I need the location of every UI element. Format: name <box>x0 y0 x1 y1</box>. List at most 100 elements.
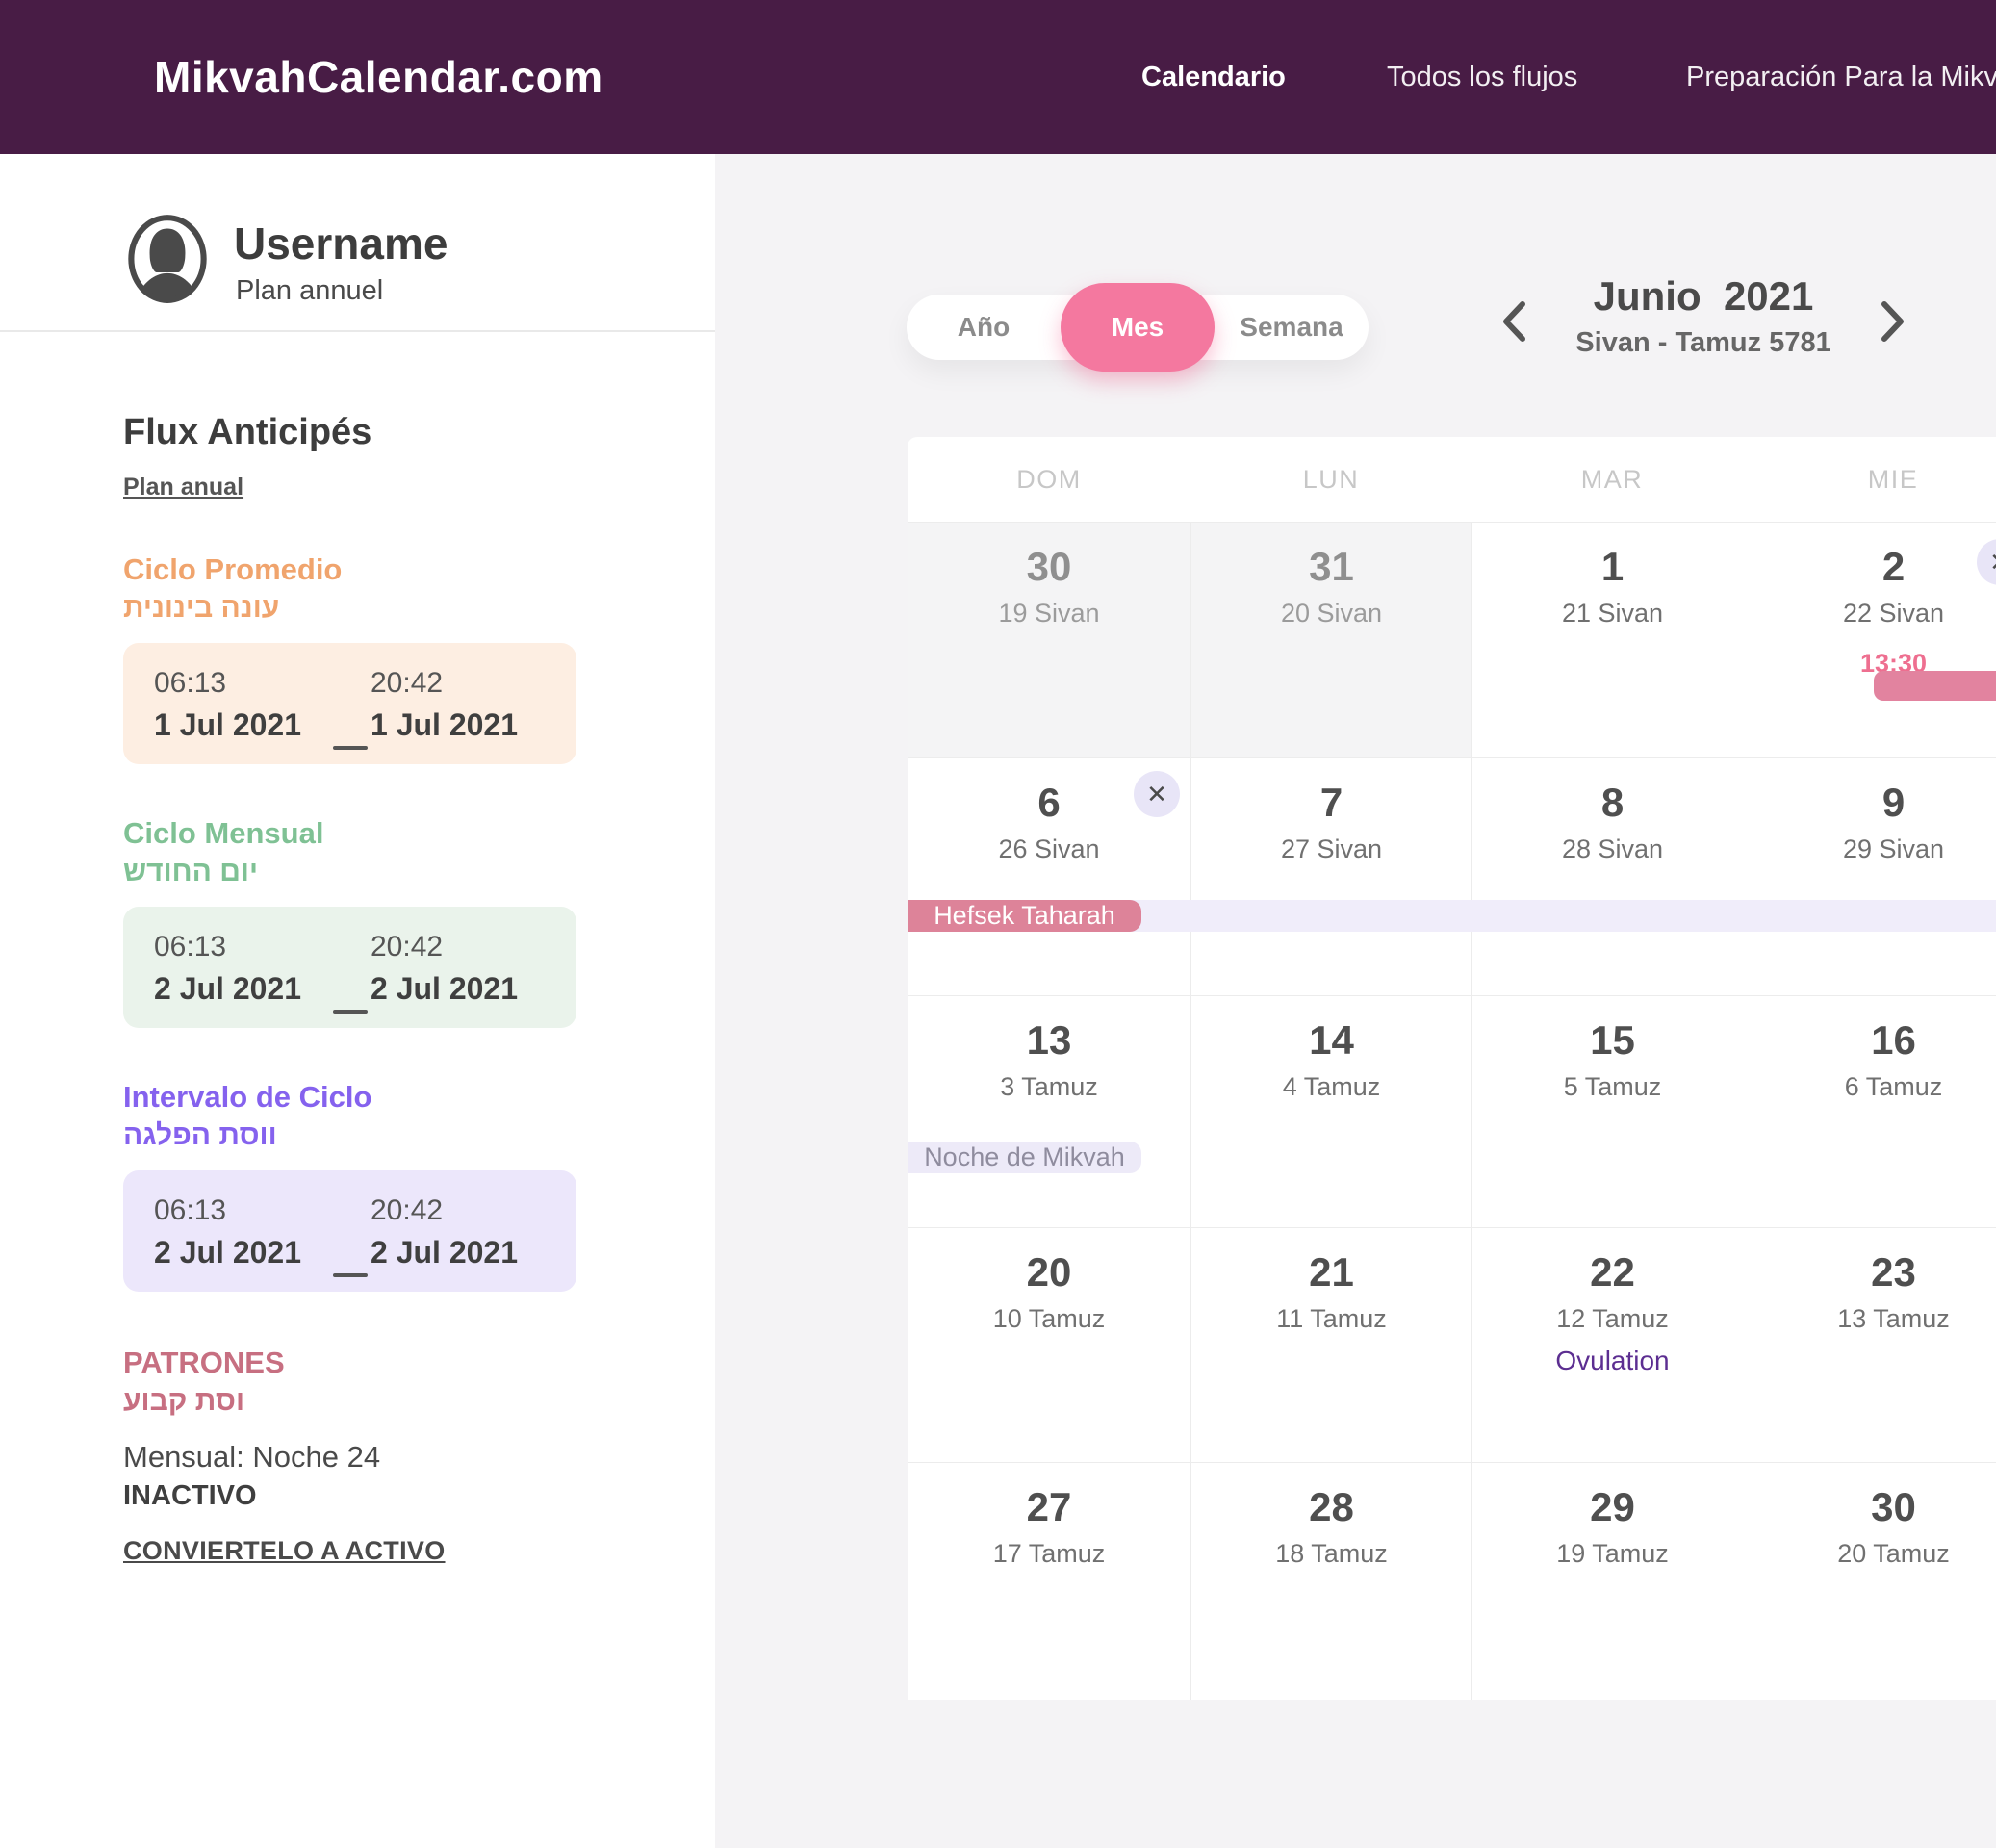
day-number: 21 <box>1191 1249 1471 1296</box>
nav-item-1[interactable]: Todos los flujos <box>1387 0 1577 154</box>
patterns-title: PATRONES <box>123 1344 585 1382</box>
cycle-range-card: 06:13 1 Jul 2021 20:42 1 Jul 2021 <box>123 643 576 764</box>
day-number: 2 <box>1753 544 1996 590</box>
day-number: 15 <box>1472 1017 1753 1064</box>
month-navigation: Junio 2021 Sivan - Tamuz 5781 <box>1482 273 1925 379</box>
day-number: 9 <box>1753 780 1996 826</box>
day-cell-8[interactable]: 8 28 Sivan <box>1471 758 1753 995</box>
hebrew-date-label: 27 Sivan <box>1191 834 1471 864</box>
hebrew-date-label: 13 Tamuz <box>1753 1304 1996 1334</box>
day-cell-9[interactable]: 929 Sivan <box>1753 758 1996 995</box>
day-cell-1[interactable]: 1 21 Sivan <box>1471 523 1753 757</box>
cycle-end-time: 20:42 <box>371 1194 518 1228</box>
hebrew-month-range: Sivan - Tamuz 5781 <box>1482 327 1925 359</box>
plan-anual-link[interactable]: Plan anual <box>123 474 243 501</box>
user-plan-label: Plan annuel <box>236 275 383 307</box>
close-icon[interactable]: ✕ <box>1134 771 1180 817</box>
day-cell-22[interactable]: 2212 TamuzOvulation <box>1471 1228 1753 1462</box>
day-number: 7 <box>1191 780 1471 826</box>
day-number: 30 <box>908 544 1190 590</box>
cycle-start-time: 06:13 <box>154 1194 329 1228</box>
day-cell-31[interactable]: 3120 Sivan <box>1190 523 1471 757</box>
hebrew-date-label: 3 Tamuz <box>908 1072 1190 1102</box>
cycle-end-time: 20:42 <box>371 666 518 701</box>
noche-de-mikvah-event[interactable]: Noche de Mikvah <box>908 1142 1141 1173</box>
hebrew-date-label: 28 Sivan <box>1472 834 1753 864</box>
day-number: 13 <box>908 1017 1190 1064</box>
hebrew-date-label: 20 Tamuz <box>1753 1539 1996 1569</box>
cycle-predictions-list: Ciclo Promedioעונה בינונית06:131 Jul 202… <box>123 551 576 1342</box>
divider <box>0 330 715 332</box>
day-number: 29 <box>1472 1484 1753 1530</box>
day-number: 14 <box>1191 1017 1471 1064</box>
cycle-end-date: 2 Jul 2021 <box>371 1234 518 1270</box>
date-range-dash-icon <box>329 1194 371 1292</box>
cycle-end-date: 1 Jul 2021 <box>371 706 518 743</box>
day-number: 27 <box>908 1484 1190 1530</box>
weekday-header-dom: DOM <box>908 465 1190 495</box>
nav-item-2[interactable]: Preparación Para la Mikvá <box>1686 0 1996 154</box>
cycle-title: Ciclo Mensual <box>123 814 576 853</box>
day-cell-29[interactable]: 29 19 Tamuz <box>1471 1463 1753 1700</box>
view-toggle-2[interactable]: Semana <box>1215 295 1369 360</box>
hebrew-date-label: 5 Tamuz <box>1472 1072 1753 1102</box>
day-cell-7[interactable]: 7 27 Sivan <box>1190 758 1471 995</box>
day-cell-6[interactable]: 626 Sivan✕ <box>908 758 1190 995</box>
cycle-start-time: 06:13 <box>154 666 329 701</box>
day-cell-15[interactable]: 15 5 Tamuz <box>1471 996 1753 1227</box>
cycle-start-date: 1 Jul 2021 <box>154 706 329 743</box>
hebrew-date-label: 4 Tamuz <box>1191 1072 1471 1102</box>
nav-item-0[interactable]: Calendario <box>1141 0 1286 154</box>
event-bar-pink[interactable] <box>1874 671 1996 701</box>
cycle-block-2: Intervalo de Cicloווסת הפלגה 06:13 2 Jul 2… <box>123 1078 576 1292</box>
weekday-header-row: DOMLUNMARMIE <box>908 437 1996 523</box>
username: Username <box>234 218 448 270</box>
day-cell-30[interactable]: 3019 Sivan <box>908 523 1190 757</box>
cycle-range-card: 06:132 Jul 202120:422 Jul 2021 <box>123 1170 576 1292</box>
next-month-button[interactable] <box>1879 300 1907 343</box>
day-number: 1 <box>1472 544 1753 590</box>
hebrew-date-label: 22 Sivan <box>1753 599 1996 629</box>
hebrew-date-label: 19 Tamuz <box>1472 1539 1753 1569</box>
cycle-title: Ciclo Promedio <box>123 551 576 589</box>
view-toggle: AñoMesSemana <box>907 295 1369 360</box>
day-cell-20[interactable]: 2010 Tamuz <box>908 1228 1190 1462</box>
day-cell-2[interactable]: 222 Sivan13:30✕ <box>1753 523 1996 757</box>
day-number: 8 <box>1472 780 1753 826</box>
view-toggle-0[interactable]: Año <box>907 295 1061 360</box>
hebrew-date-label: 17 Tamuz <box>908 1539 1190 1569</box>
day-cell-28[interactable]: 2818 Tamuz <box>1190 1463 1471 1700</box>
ovulation-label: Ovulation <box>1472 1346 1753 1376</box>
day-cell-14[interactable]: 14 4 Tamuz <box>1190 996 1471 1227</box>
calendar-week-row-4: 27 17 Tamuz2818 Tamuz29 19 Tamuz3020 Tamuz <box>908 1463 1996 1700</box>
weekday-header-mie: MIE <box>1753 465 1996 495</box>
app-logo[interactable]: MikvahCalendar.com <box>154 0 603 154</box>
day-number: 23 <box>1753 1249 1996 1296</box>
calendar-grid: DOMLUNMARMIE 3019 Sivan3120 Sivan1 21 Siv… <box>908 437 1996 1700</box>
hebrew-date-label: 20 Sivan <box>1191 599 1471 629</box>
cycle-hebrew-label: ווסת הפלגה <box>123 1116 576 1155</box>
hebrew-date-label: 10 Tamuz <box>908 1304 1190 1334</box>
convert-to-active-link[interactable]: CONVIERTELO A ACTIVO <box>123 1536 446 1566</box>
calendar-week-row-1: 626 Sivan✕7 27 Sivan8 28 Sivan929 Sivan <box>908 758 1996 996</box>
day-cell-13[interactable]: 13 3 Tamuz <box>908 996 1190 1227</box>
day-cell-16[interactable]: 166 Tamuz <box>1753 996 1996 1227</box>
cycle-title: Intervalo de Ciclo <box>123 1078 576 1116</box>
hefsek-taharah-event[interactable]: Hefsek Taharah <box>908 900 1141 932</box>
day-cell-30[interactable]: 3020 Tamuz <box>1753 1463 1996 1700</box>
date-range-dash-icon <box>329 666 371 764</box>
calendar-week-row-3: 2010 Tamuz2111 Tamuz2212 TamuzOvulation2… <box>908 1228 1996 1463</box>
day-number: 22 <box>1472 1249 1753 1296</box>
cycle-start-date: 2 Jul 2021 <box>154 970 329 1007</box>
hebrew-date-label: 21 Sivan <box>1472 599 1753 629</box>
cycle-start-time: 06:13 <box>154 930 329 964</box>
cycle-block-1: Ciclo Mensualיום החודש06:132 Jul 202120:… <box>123 814 576 1028</box>
patterns-hebrew-label: וסת קבוע <box>123 1382 585 1421</box>
view-toggle-1[interactable]: Mes <box>1061 283 1215 372</box>
weekday-header-lun: LUN <box>1190 465 1471 495</box>
app-header: MikvahCalendar.com Calendario Todos los f… <box>0 0 1996 154</box>
day-cell-21[interactable]: 2111 Tamuz <box>1190 1228 1471 1462</box>
day-cell-23[interactable]: 23 13 Tamuz <box>1753 1228 1996 1462</box>
day-cell-27[interactable]: 27 17 Tamuz <box>908 1463 1190 1700</box>
day-number: 28 <box>1191 1484 1471 1530</box>
